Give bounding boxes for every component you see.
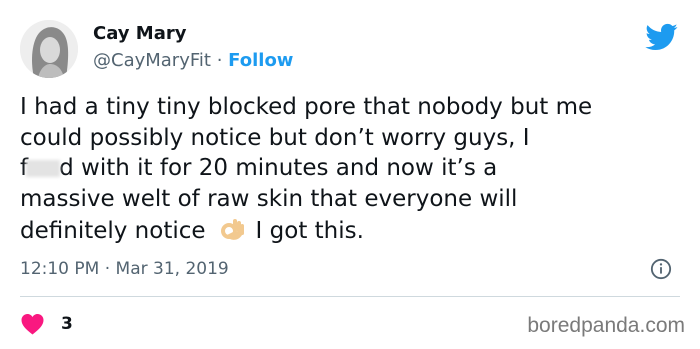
tweet-fragment: d with it for 20 minutes and now it’s a [59,155,498,181]
tweet-fragment: definitely notice [20,218,206,244]
handle-separator: · [216,50,223,71]
timestamp-separator: · [104,259,111,279]
divider [20,296,680,297]
tweet-text: I had a tiny tiny blocked pore that nobo… [20,92,680,247]
tweet-line: fd with it for 20 minutes and now it’s a [20,153,680,184]
tweet-time: 12:10 PM [20,259,100,279]
avatar-photo [20,20,78,78]
tweet-fragment: I got this. [255,218,364,244]
censored-word [26,160,61,177]
twitter-bird-icon[interactable] [644,20,678,54]
heart-icon [21,314,44,335]
display-name[interactable]: Cay Mary [93,22,186,46]
tweet-line: could possibly notice but don’t worry gu… [20,124,530,151]
follow-button[interactable]: Follow [228,50,293,71]
handle-row: @CayMaryFit · Follow [93,49,293,73]
tweet-date: Mar 31, 2019 [115,259,229,279]
tweet-line: definitely notice I got this. [20,214,680,247]
ok-hand-icon [220,219,244,240]
avatar[interactable] [20,20,78,78]
like-button[interactable]: 3 [20,313,73,335]
tweet-line: massive welt of raw skin that everyone w… [20,185,518,212]
timestamp[interactable]: 12:10 PM · Mar 31, 2019 [20,258,229,280]
like-count: 3 [61,314,73,334]
info-icon[interactable] [650,258,672,280]
tweet-line: I had a tiny tiny blocked pore that nobo… [20,94,593,120]
watermark: boredpanda.com [527,314,685,337]
user-handle[interactable]: @CayMaryFit [93,50,211,71]
